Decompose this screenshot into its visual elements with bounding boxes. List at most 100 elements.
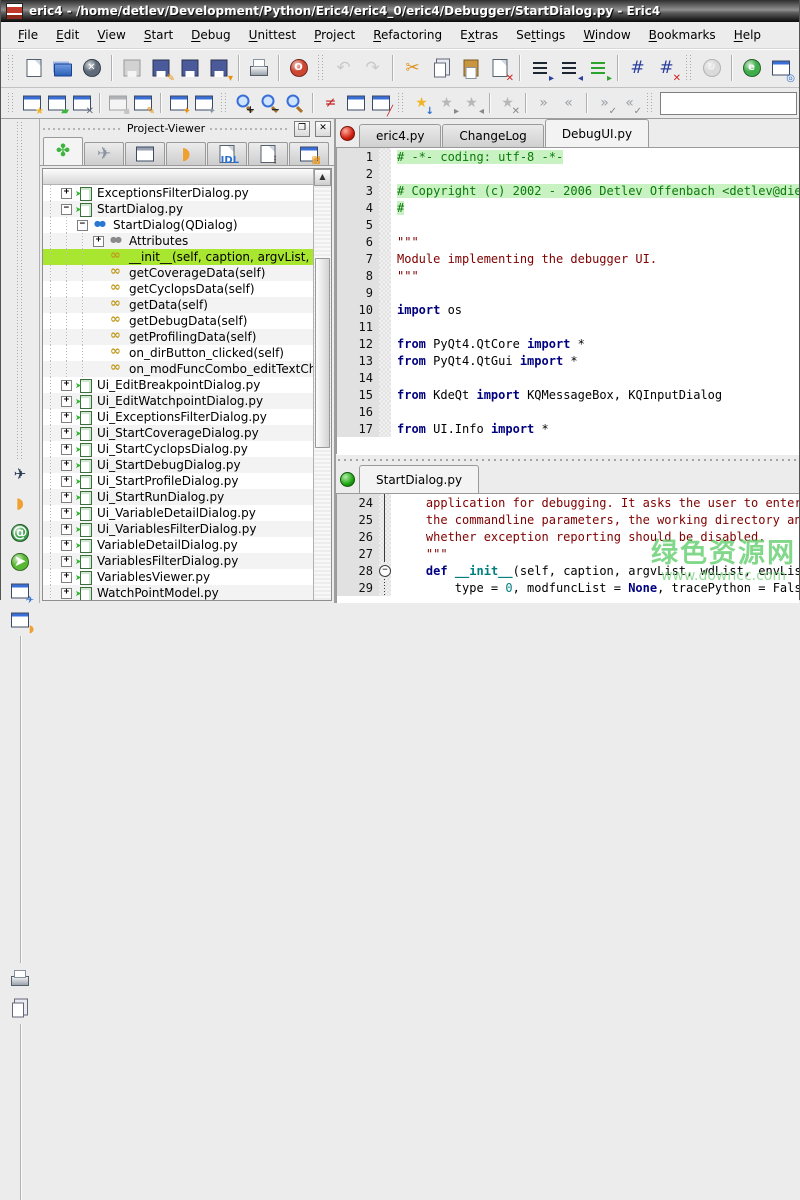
toolbar-handle[interactable] (220, 93, 228, 114)
pv-tab-others-icon[interactable]: ⋮ (257, 144, 279, 164)
pv-tab-interfaces-icon[interactable]: IDL (216, 144, 238, 164)
close-project-button[interactable]: ✕ (70, 92, 93, 115)
tree-item-ui_editwatchpointdialog.py[interactable]: +Ui_EditWatchpointDialog.py (43, 393, 313, 409)
zoom-in-button[interactable]: + (233, 92, 256, 115)
expand-icon[interactable]: + (61, 476, 72, 487)
unindent-button[interactable]: ◂ (555, 55, 582, 82)
menu-edit[interactable]: Edit (47, 24, 88, 46)
tree-item-ui_variabledetaildialog.py[interactable]: +Ui_VariableDetailDialog.py (43, 505, 313, 521)
pv-tab-others[interactable]: ⋮ (248, 142, 288, 165)
fold-collapse-marker[interactable] (379, 562, 391, 579)
sidebar-icon-template-viewer[interactable] (7, 966, 33, 992)
float-dock-button[interactable]: ❐ (294, 121, 310, 137)
tree-item-getdata-self-[interactable]: getData(self) (43, 297, 313, 313)
sidebar-icon-log-viewer[interactable] (7, 995, 33, 1021)
save-file-button[interactable] (118, 55, 145, 82)
tree-item-watchpointmodel.py[interactable]: +WatchPointModel.py (43, 585, 313, 600)
eric-web-browser-button[interactable]: e (738, 55, 765, 82)
toolbar-handle[interactable] (685, 55, 693, 82)
next-change-button[interactable]: » (532, 92, 555, 115)
tree-item-variabledetaildialog.py[interactable]: +VariableDetailDialog.py (43, 537, 313, 553)
expand-icon[interactable]: + (61, 508, 72, 519)
collapse-icon[interactable]: − (77, 220, 88, 231)
expand-icon[interactable]: + (61, 380, 72, 391)
tree-item-getcyclopsdata-self-[interactable]: getCyclopsData(self) (43, 281, 313, 297)
next-task-button[interactable]: »✓ (593, 92, 616, 115)
sidebar-icon-browser[interactable]: ➤ (7, 549, 33, 575)
tree-item-getprofilingdata-self-[interactable]: getProfilingData(self) (43, 329, 313, 345)
goto-line-button[interactable]: ≠ (319, 92, 342, 115)
dock-handle[interactable] (43, 126, 122, 132)
new-file-button[interactable] (20, 55, 47, 82)
clear-bookmarks-button[interactable]: ★✕ (496, 92, 519, 115)
next-bookmark-button[interactable]: ★▸ (435, 92, 458, 115)
open-file-button[interactable] (49, 55, 76, 82)
uncomment-button[interactable]: #✕ (653, 55, 680, 82)
editor-top[interactable]: 1# -*- coding: utf-8 -*-23# Copyright (c… (336, 148, 799, 454)
previous-task-button[interactable]: «✓ (618, 92, 641, 115)
menu-window[interactable]: Window (574, 24, 639, 46)
expand-icon[interactable]: + (93, 236, 104, 247)
editor-splitter[interactable] (336, 454, 799, 465)
project-tree[interactable]: +ExceptionsFilterDialog.py−StartDialog.p… (43, 185, 313, 600)
tree-item-ui_variablesfilterdialog.py[interactable]: +Ui_VariablesFilterDialog.py (43, 521, 313, 537)
menu-start[interactable]: Start (135, 24, 182, 46)
previous-bookmark-button[interactable]: ★◂ (460, 92, 483, 115)
pv-tab-resources-icon[interactable]: ▦ (298, 144, 320, 164)
menu-refactoring[interactable]: Refactoring (364, 24, 451, 46)
undo-button[interactable]: ↶ (330, 55, 357, 82)
expand-icon[interactable]: + (61, 572, 72, 583)
menu-file[interactable]: File (9, 24, 47, 46)
menu-extras[interactable]: Extras (451, 24, 507, 46)
tree-item-getdebugdata-self-[interactable]: getDebugData(self) (43, 313, 313, 329)
tree-item-on_modfunccombo_edittextchanged[interactable]: on_modFuncCombo_editTextChanged (43, 361, 313, 377)
autocheck-button[interactable]: ↻ (698, 55, 725, 82)
expand-icon[interactable]: + (61, 524, 72, 535)
tree-item-ui_startcyclopsdialog.py[interactable]: +Ui_StartCyclopsDialog.py (43, 441, 313, 457)
project-properties-button[interactable]: ✦ (167, 92, 190, 115)
sidebar-icon-helpviewer[interactable]: @ (7, 520, 33, 546)
pv-tab-debuggers[interactable]: ✈ (84, 142, 124, 165)
toolbar-handle[interactable] (7, 55, 15, 82)
toolbar-handle[interactable] (317, 55, 325, 82)
save-project-button[interactable]: ▪ (106, 92, 129, 115)
print-button[interactable] (245, 55, 272, 82)
menu-unittest[interactable]: Unittest (240, 24, 306, 46)
expand-icon[interactable]: + (61, 428, 72, 439)
pv-tab-forms[interactable] (125, 142, 165, 165)
toolbar-handle[interactable] (646, 93, 654, 114)
sidebar-icon-forms-window[interactable]: ◗ (7, 607, 33, 633)
sidebar-icon-translations[interactable]: ◗ (7, 491, 33, 517)
expand-icon[interactable]: + (61, 540, 72, 551)
redo-button[interactable]: ↷ (359, 55, 386, 82)
menu-project[interactable]: Project (305, 24, 364, 46)
scroll-up-button[interactable]: ▲ (314, 169, 331, 186)
quit-button[interactable]: O (285, 55, 312, 82)
save-file-as-button[interactable]: ✎ (147, 55, 174, 82)
quicksearch-input[interactable] (660, 92, 797, 115)
cut-button[interactable]: ✂ (399, 55, 426, 82)
expand-icon[interactable]: + (61, 188, 72, 199)
toolbar-handle[interactable] (397, 93, 405, 114)
delete-button[interactable]: ✕ (486, 55, 513, 82)
menu-bookmarks[interactable]: Bookmarks (640, 24, 725, 46)
zoom-reset-button[interactable] (283, 92, 306, 115)
remove-split-button[interactable]: ╱ (369, 92, 392, 115)
expand-icon[interactable]: + (61, 412, 72, 423)
expand-icon[interactable]: + (61, 492, 72, 503)
pv-tab-translations[interactable]: ◗ (166, 142, 206, 165)
tree-scrollbar[interactable]: ▲ (313, 169, 331, 600)
tree-item-ui_exceptionsfilterdialog.py[interactable]: +Ui_ExceptionsFilterDialog.py (43, 409, 313, 425)
editor-tab-eric4-py[interactable]: eric4.py (359, 124, 441, 147)
editor-tab-debugui-py[interactable]: DebugUI.py (545, 119, 649, 147)
menu-view[interactable]: View (88, 24, 134, 46)
editor-tab-startdialog-py[interactable]: StartDialog.py (359, 465, 479, 493)
editor-tab-changelog[interactable]: ChangeLog (442, 124, 543, 147)
tree-item-ui_startcoveragedialog.py[interactable]: +Ui_StartCoverageDialog.py (43, 425, 313, 441)
expand-icon[interactable]: + (61, 588, 72, 599)
expand-icon[interactable]: + (61, 396, 72, 407)
zoom-out-button[interactable]: − (258, 92, 281, 115)
tree-item-variablesfilterdialog.py[interactable]: +VariablesFilterDialog.py (43, 553, 313, 569)
tree-item-startdialog.py[interactable]: −StartDialog.py (43, 201, 313, 217)
tree-item-ui_editbreakpointdialog.py[interactable]: +Ui_EditBreakpointDialog.py (43, 377, 313, 393)
